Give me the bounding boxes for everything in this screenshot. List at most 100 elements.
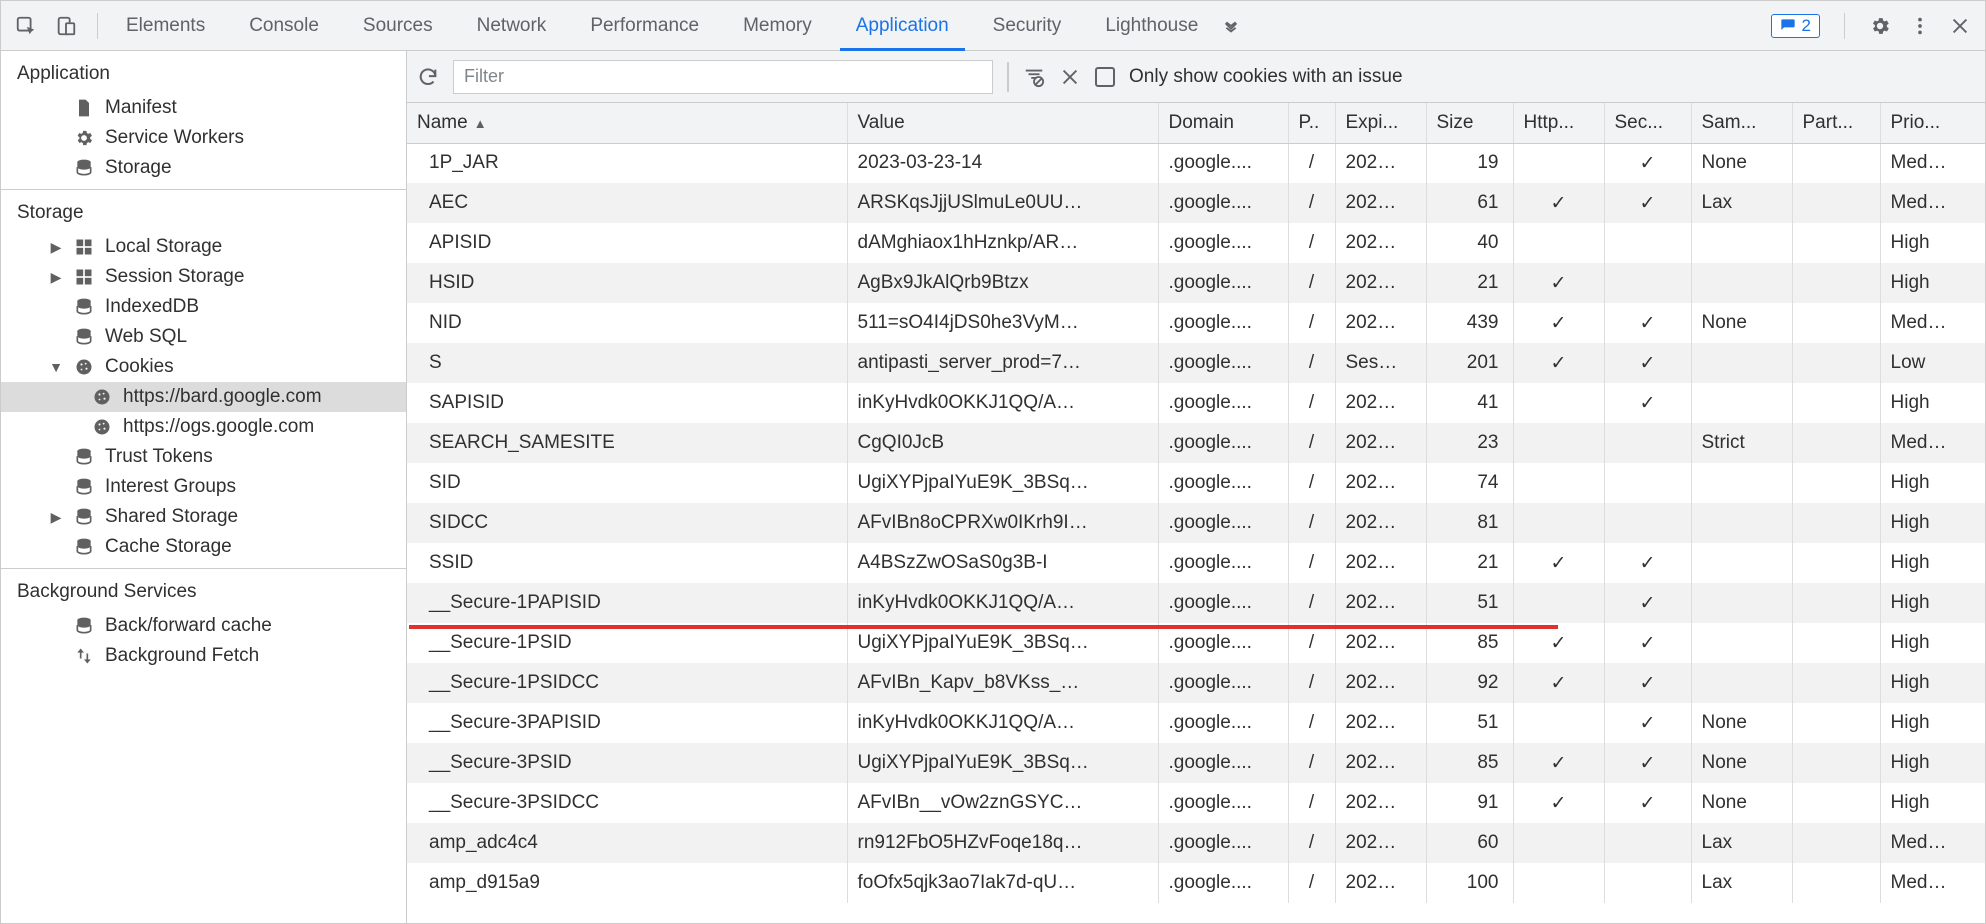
sidebar-item[interactable]: https://bard.google.com [1, 382, 406, 412]
column-header[interactable]: Part... [1792, 103, 1880, 143]
sidebar-item[interactable]: Web SQL [1, 322, 406, 352]
cookies-table-wrap[interactable]: Name▲ValueDomainP..Expi...SizeHttp...Sec… [407, 103, 1985, 923]
cell-domain: .google.... [1158, 263, 1288, 303]
kebab-menu-icon[interactable] [1909, 15, 1931, 37]
sidebar-item[interactable]: Back/forward cache [1, 611, 406, 641]
cell-httponly [1513, 223, 1604, 263]
sidebar-item[interactable]: ▼Cookies [1, 352, 406, 382]
cell-path: / [1288, 663, 1335, 703]
cell-partition [1792, 423, 1880, 463]
table-row[interactable]: __Secure-1PSIDUgiXYPjpaIYuE9K_3BSq….goog… [407, 623, 1985, 663]
cell-domain: .google.... [1158, 663, 1288, 703]
expand-arrow-icon[interactable]: ▶ [49, 239, 63, 256]
cell-domain: .google.... [1158, 343, 1288, 383]
only-issue-checkbox[interactable] [1095, 67, 1115, 87]
tab-elements[interactable]: Elements [104, 1, 227, 50]
cell-samesite: None [1691, 783, 1792, 823]
sidebar-item[interactable]: IndexedDB [1, 292, 406, 322]
sidebar-item[interactable]: Storage [1, 153, 406, 183]
sidebar-item[interactable]: Trust Tokens [1, 442, 406, 472]
expand-arrow-icon[interactable]: ▼ [49, 359, 63, 375]
tab-console[interactable]: Console [227, 1, 341, 50]
sidebar-item[interactable]: ▶Session Storage [1, 262, 406, 292]
table-row[interactable]: HSIDAgBx9JkAlQrb9Btzx.google..../202…21✓… [407, 263, 1985, 303]
table-row[interactable]: SSIDA4BSzZwOSaS0g3B-I.google..../202…21✓… [407, 543, 1985, 583]
filter-input[interactable] [453, 60, 993, 94]
sidebar-item[interactable]: Interest Groups [1, 472, 406, 502]
settings-icon[interactable] [1869, 15, 1891, 37]
table-row[interactable]: __Secure-1PAPISIDinKyHvdk0OKKJ1QQ/A….goo… [407, 583, 1985, 623]
inspect-icon[interactable] [15, 15, 37, 37]
table-row[interactable]: SEARCH_SAMESITECgQI0JcB.google..../202…2… [407, 423, 1985, 463]
cell-size: 439 [1426, 303, 1513, 343]
sidebar-item[interactable]: Service Workers [1, 123, 406, 153]
cell-size: 74 [1426, 463, 1513, 503]
sidebar-item[interactable]: Background Fetch [1, 641, 406, 671]
column-header[interactable]: Value [847, 103, 1158, 143]
refresh-icon[interactable] [417, 66, 439, 88]
column-header[interactable]: Name▲ [407, 103, 847, 143]
column-header[interactable]: Sam... [1691, 103, 1792, 143]
tab-network[interactable]: Network [455, 1, 569, 50]
table-row[interactable]: NID511=sO4I4jDS0he3VyM….google..../202…4… [407, 303, 1985, 343]
issues-badge[interactable]: 2 [1771, 14, 1820, 38]
sidebar-item[interactable]: ▶Shared Storage [1, 502, 406, 532]
table-row[interactable]: APISIDdAMghiaox1hHznkp/AR….google..../20… [407, 223, 1985, 263]
cell-partition [1792, 143, 1880, 183]
sidebar-item-label: Service Workers [105, 127, 244, 149]
table-row[interactable]: amp_d915a9foOfx5qjk3ao7Iak7d-qU….google.… [407, 863, 1985, 903]
column-header[interactable]: Size [1426, 103, 1513, 143]
cell-secure [1604, 263, 1691, 303]
table-row[interactable]: __Secure-3PSIDUgiXYPjpaIYuE9K_3BSq….goog… [407, 743, 1985, 783]
table-row[interactable]: __Secure-3PAPISIDinKyHvdk0OKKJ1QQ/A….goo… [407, 703, 1985, 743]
cell-expires: 202… [1335, 663, 1426, 703]
cell-httponly [1513, 583, 1604, 623]
column-header[interactable]: P.. [1288, 103, 1335, 143]
clear-filtered-icon[interactable] [1023, 66, 1045, 88]
cell-path: / [1288, 583, 1335, 623]
tab-application[interactable]: Application [834, 1, 971, 50]
tab-security[interactable]: Security [971, 1, 1084, 50]
cookies-panel: Only show cookies with an issue Name▲Val… [407, 51, 1985, 923]
cell-partition [1792, 823, 1880, 863]
sidebar-item[interactable]: Cache Storage [1, 532, 406, 562]
clear-icon[interactable] [1059, 66, 1081, 88]
application-sidebar[interactable]: ApplicationManifestService WorkersStorag… [1, 51, 407, 923]
cell-samesite: Strict [1691, 423, 1792, 463]
cell-value: inKyHvdk0OKKJ1QQ/A… [847, 383, 1158, 423]
column-header[interactable]: Domain [1158, 103, 1288, 143]
table-row[interactable]: AECARSKqsJjjUSlmuLe0UU….google..../202…6… [407, 183, 1985, 223]
expand-arrow-icon[interactable]: ▶ [49, 269, 63, 286]
table-row[interactable]: SAPISIDinKyHvdk0OKKJ1QQ/A….google..../20… [407, 383, 1985, 423]
table-row[interactable]: amp_adc4c4rn912FbO5HZvFoqe18q….google...… [407, 823, 1985, 863]
cell-value: dAMghiaox1hHznkp/AR… [847, 223, 1158, 263]
table-row[interactable]: SIDUgiXYPjpaIYuE9K_3BSq….google..../202…… [407, 463, 1985, 503]
tab-lighthouse[interactable]: Lighthouse [1083, 1, 1220, 50]
sidebar-item[interactable]: https://ogs.google.com [1, 412, 406, 442]
column-header[interactable]: Sec... [1604, 103, 1691, 143]
table-row[interactable]: 1P_JAR2023-03-23-14.google..../202…19✓No… [407, 143, 1985, 183]
cell-name: __Secure-3PAPISID [407, 703, 847, 743]
table-row[interactable]: SIDCCAFvIBn8oCPRXw0IKrh9I….google..../20… [407, 503, 1985, 543]
device-toggle-icon[interactable] [55, 15, 77, 37]
cell-expires: 202… [1335, 503, 1426, 543]
cell-expires: 202… [1335, 703, 1426, 743]
table-row[interactable]: Santipasti_server_prod=7….google..../Ses… [407, 343, 1985, 383]
cell-priority: Low [1880, 343, 1985, 383]
table-row[interactable]: __Secure-3PSIDCCAFvIBn__vOw2znGSYC….goog… [407, 783, 1985, 823]
sidebar-item[interactable]: Manifest [1, 93, 406, 123]
tab-memory[interactable]: Memory [721, 1, 834, 50]
tab-performance[interactable]: Performance [568, 1, 721, 50]
column-header[interactable]: Expi... [1335, 103, 1426, 143]
sidebar-item-label: Manifest [105, 97, 177, 119]
close-icon[interactable] [1949, 15, 1971, 37]
more-tabs-icon[interactable] [1220, 15, 1242, 37]
column-header[interactable]: Prio... [1880, 103, 1985, 143]
sidebar-item[interactable]: ▶Local Storage [1, 232, 406, 262]
column-header[interactable]: Http... [1513, 103, 1604, 143]
cell-httponly [1513, 823, 1604, 863]
cell-secure: ✓ [1604, 343, 1691, 383]
expand-arrow-icon[interactable]: ▶ [49, 509, 63, 526]
tab-sources[interactable]: Sources [341, 1, 455, 50]
table-row[interactable]: __Secure-1PSIDCCAFvIBn_Kapv_b8VKss_….goo… [407, 663, 1985, 703]
